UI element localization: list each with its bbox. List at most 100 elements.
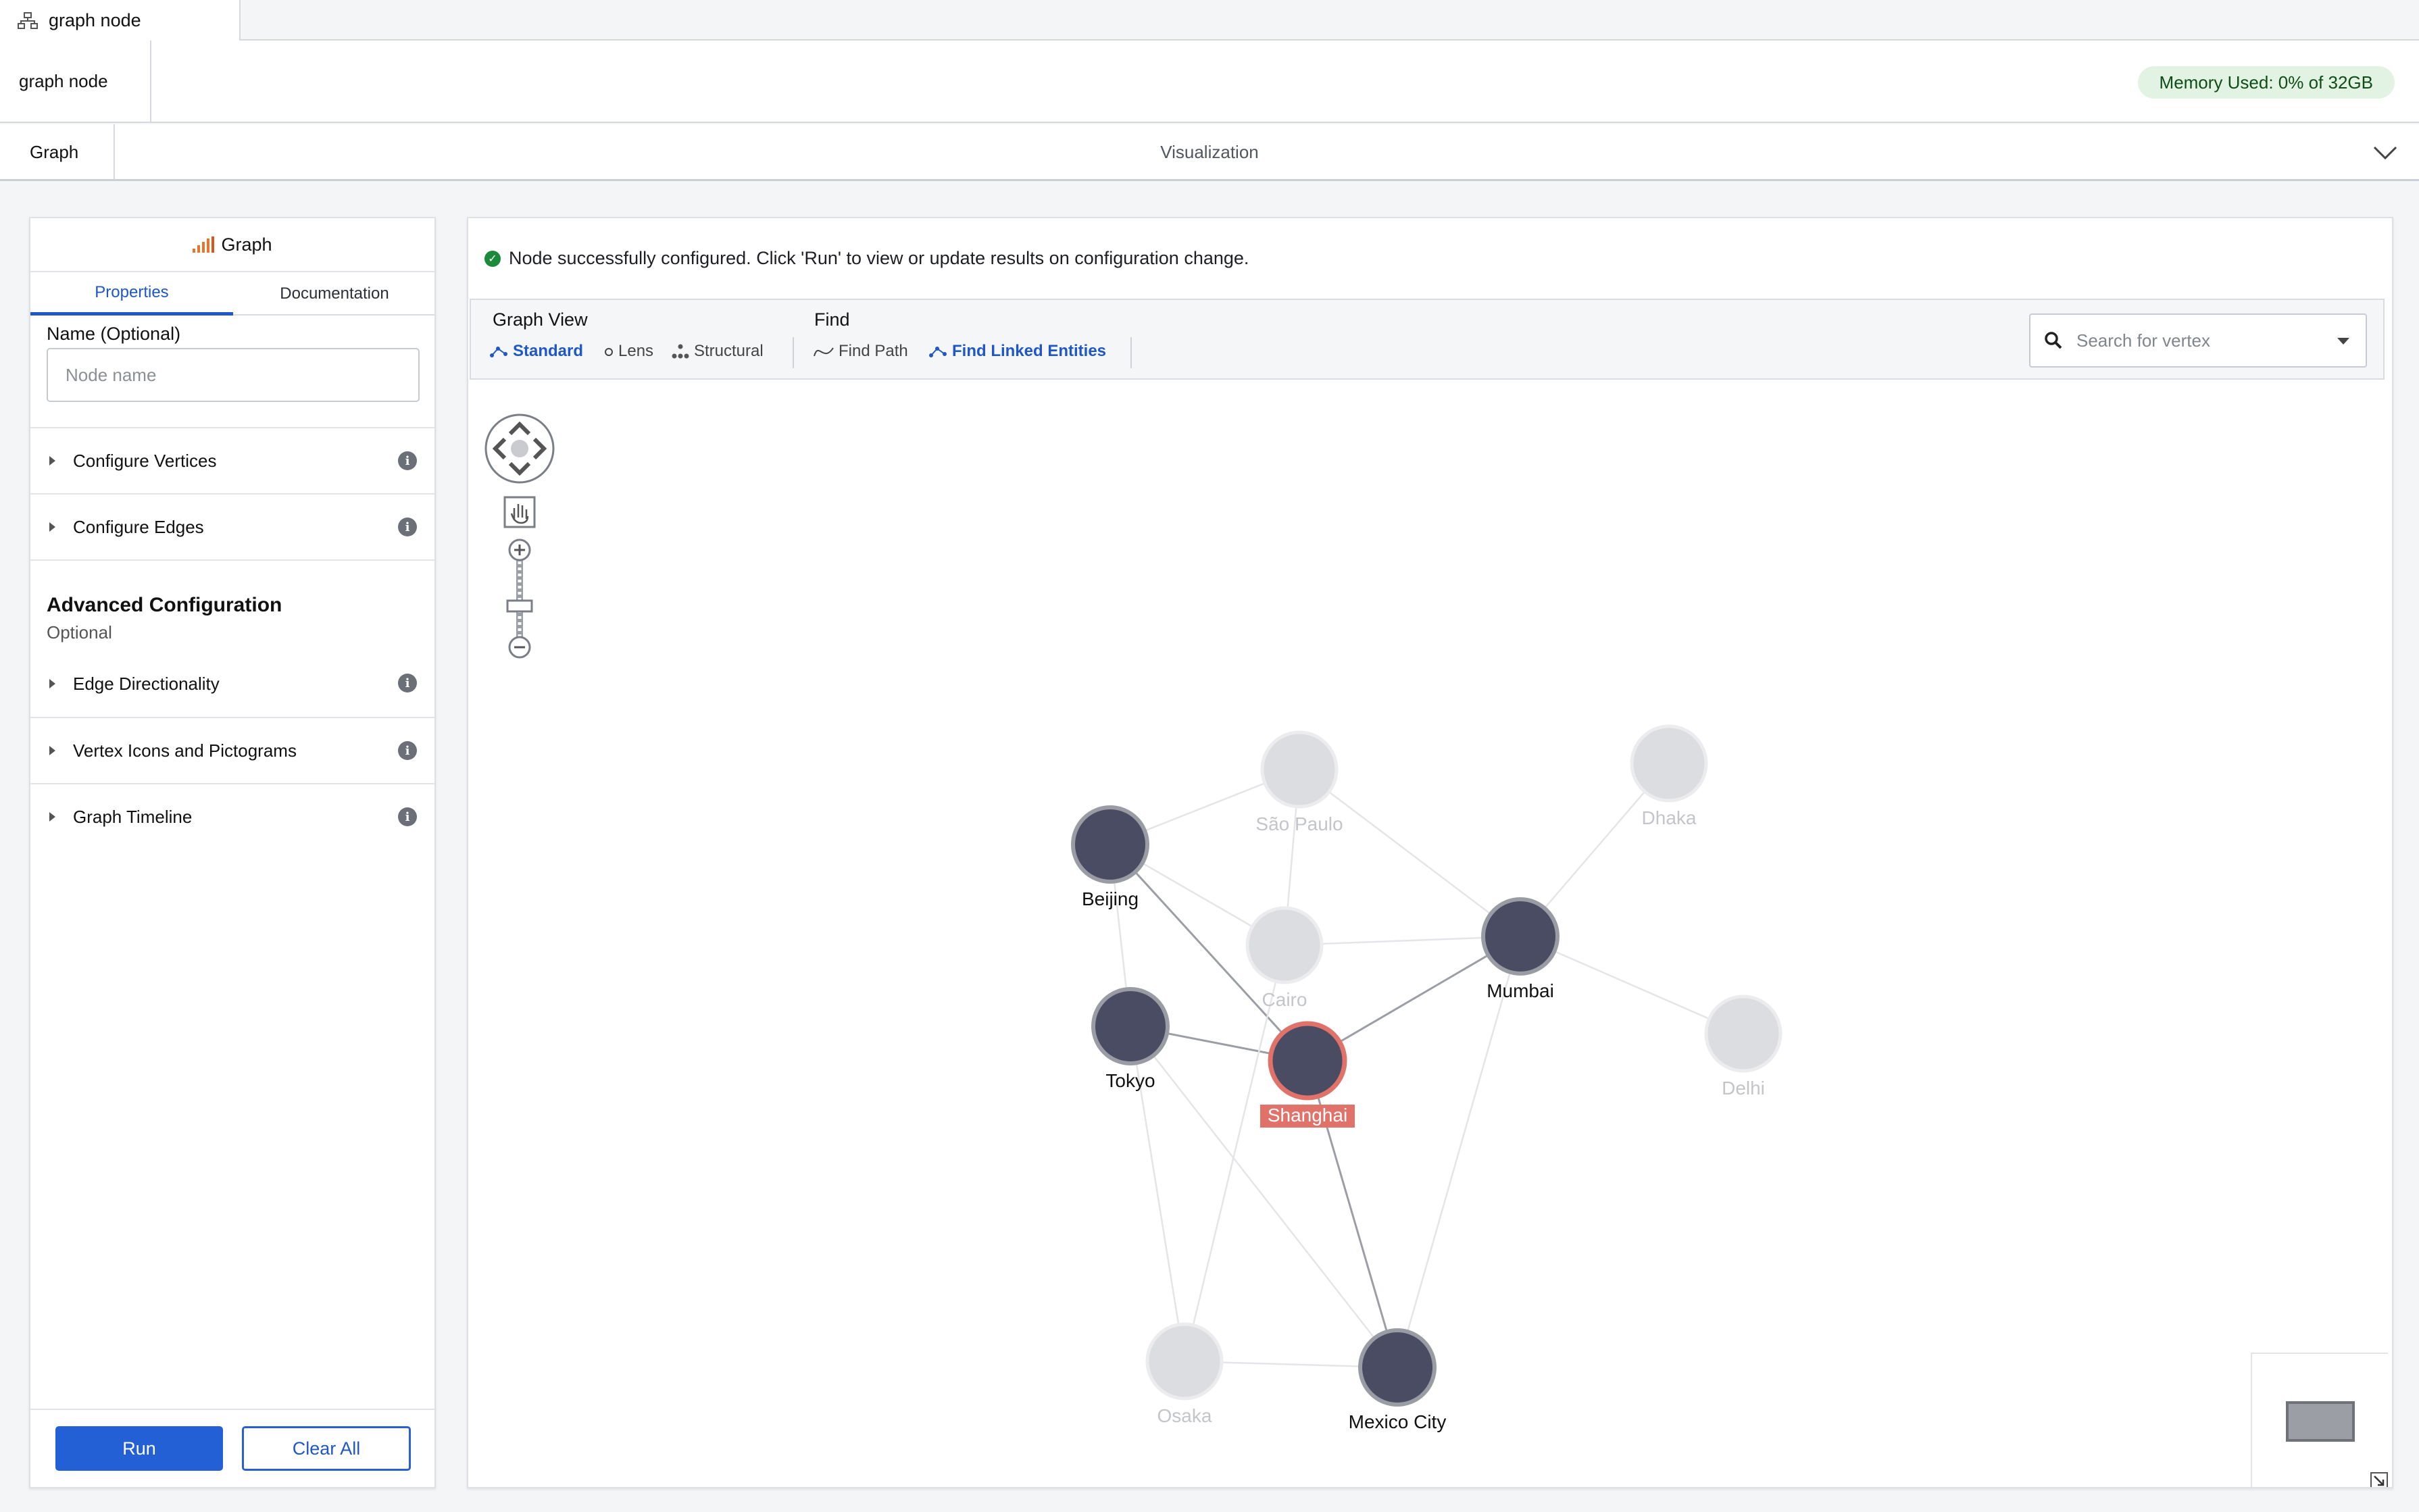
graph-node-circle[interactable] xyxy=(1704,994,1782,1073)
minimap[interactable] xyxy=(2251,1353,2388,1487)
caret-right-icon xyxy=(49,746,55,755)
run-button[interactable]: Run xyxy=(55,1426,223,1471)
advanced-config-title: Advanced Configuration xyxy=(47,594,282,616)
tab-strip xyxy=(0,0,2419,41)
info-icon[interactable]: i xyxy=(398,451,417,470)
graph-node-delhi[interactable]: Delhi xyxy=(1704,994,1782,1099)
graph-node-label: Delhi xyxy=(1722,1078,1765,1099)
toolbar-separator xyxy=(1130,337,1132,368)
view-lens[interactable]: Lens xyxy=(603,342,653,361)
clear-all-button[interactable]: Clear All xyxy=(242,1426,411,1471)
pan-control[interactable] xyxy=(484,413,555,484)
node-name-input[interactable] xyxy=(47,348,420,402)
tab-documentation[interactable]: Documentation xyxy=(233,272,436,316)
accordion-edge-directionality[interactable]: Edge Directionality i xyxy=(30,651,434,717)
info-icon[interactable]: i xyxy=(398,741,417,760)
graph-node-circle[interactable] xyxy=(1358,1328,1437,1407)
name-field-label: Name (Optional) xyxy=(47,324,181,344)
accordion-configure-vertices[interactable]: Configure Vertices i xyxy=(30,427,434,493)
graph-node-tokyo[interactable]: Tokyo xyxy=(1091,987,1170,1091)
graph-node-dhaka[interactable]: Dhaka xyxy=(1630,724,1708,828)
resize-handle-icon[interactable] xyxy=(2370,1472,2388,1487)
zoom-slider[interactable] xyxy=(506,538,533,659)
minimap-viewport[interactable] xyxy=(2286,1401,2355,1442)
view-structural-label: Structural xyxy=(694,342,764,360)
status-message: ✓ Node successfully configured. Click 'R… xyxy=(484,248,1249,269)
accordion-label: Edge Directionality xyxy=(73,673,220,694)
accordion-label: Vertex Icons and Pictograms xyxy=(73,740,297,761)
hand-tool-icon[interactable] xyxy=(503,496,536,528)
dropdown-arrow-icon[interactable] xyxy=(2337,338,2349,345)
graph-node-label: Osaka xyxy=(1157,1405,1212,1426)
view-structural[interactable]: Structural xyxy=(671,342,764,361)
graph-node-beijing[interactable]: Beijing xyxy=(1071,805,1149,909)
accordion-vertex-icons[interactable]: Vertex Icons and Pictograms i xyxy=(30,717,434,783)
find-title: Find xyxy=(814,309,850,330)
graph-node-circle[interactable] xyxy=(1245,906,1324,984)
panel-tabs: Properties Documentation xyxy=(30,271,434,316)
graph-node-mumbai[interactable]: Mumbai xyxy=(1481,897,1560,1001)
graph-node-label: Tokyo xyxy=(1105,1070,1155,1091)
search-icon xyxy=(2045,332,2062,349)
info-icon[interactable]: i xyxy=(398,518,417,536)
status-message-text: Node successfully configured. Click 'Run… xyxy=(509,248,1249,268)
graph-node-circle[interactable] xyxy=(1091,987,1170,1065)
chevron-down-icon[interactable] xyxy=(2372,139,2399,166)
graph-edge[interactable] xyxy=(1299,769,1521,937)
info-icon[interactable]: i xyxy=(398,807,417,826)
node-name[interactable]: graph node xyxy=(0,41,151,122)
visualization-panel: ✓ Node successfully configured. Click 'R… xyxy=(467,217,2393,1488)
info-icon[interactable]: i xyxy=(398,674,417,692)
graph-node-mexicocity[interactable]: Mexico City xyxy=(1349,1328,1447,1432)
caret-right-icon xyxy=(49,522,55,532)
graph-toolbar: Graph View Standard Lens Structural Find… xyxy=(470,299,2385,380)
graph-node-circle[interactable] xyxy=(1481,897,1560,976)
visualization-label: Visualization xyxy=(1160,141,1259,162)
graph-node-circle[interactable] xyxy=(1071,805,1149,884)
graph-node-circle[interactable] xyxy=(1260,730,1339,809)
graph-canvas[interactable]: Beijing São Paulo Dhaka Cairo Mumbai Delhi Tok… xyxy=(468,381,2393,1488)
accordion-label: Graph Timeline xyxy=(73,806,193,827)
network-icon xyxy=(929,347,947,357)
accordion-configure-edges[interactable]: Configure Edges i xyxy=(30,493,434,559)
caret-right-icon xyxy=(49,456,55,465)
graph-node-label: Mumbai xyxy=(1487,980,1554,1001)
view-standard[interactable]: Standard xyxy=(489,342,583,361)
vertex-search[interactable]: Search for vertex xyxy=(2029,313,2367,368)
advanced-config-subtitle: Optional xyxy=(47,622,112,642)
zoom-handle[interactable] xyxy=(506,599,533,613)
graph-section-tab[interactable]: Graph xyxy=(0,124,115,180)
graph-view-title: Graph View xyxy=(493,309,588,330)
tab-title: graph node xyxy=(49,10,141,30)
accordion-label: Configure Vertices xyxy=(73,450,217,471)
panel-title: Graph xyxy=(30,218,434,271)
search-placeholder: Search for vertex xyxy=(2076,330,2210,351)
find-linked-entities[interactable]: Find Linked Entities xyxy=(928,342,1106,361)
graph-node-osaka[interactable]: Osaka xyxy=(1145,1322,1224,1426)
find-linked-entities-label: Find Linked Entities xyxy=(952,342,1107,360)
graph-node-shanghai[interactable]: Shanghai xyxy=(1260,1021,1355,1128)
caret-right-icon xyxy=(49,679,55,688)
accordion-graph-timeline[interactable]: Graph Timeline i xyxy=(30,783,434,849)
graph-svg[interactable]: Beijing São Paulo Dhaka Cairo Mumbai Delhi Tok… xyxy=(468,381,2393,1488)
divider xyxy=(30,559,434,561)
memory-badge: Memory Used: 0% of 32GB xyxy=(2137,66,2395,99)
find-path[interactable]: Find Path xyxy=(813,342,908,361)
graph-node-cairo[interactable]: Cairo xyxy=(1245,906,1324,1010)
graph-node-circle[interactable] xyxy=(1630,724,1708,803)
view-lens-label: Lens xyxy=(618,342,654,360)
toolbar-separator xyxy=(793,337,794,368)
path-icon xyxy=(814,347,834,357)
caret-right-icon xyxy=(49,812,55,822)
graph-node-circle[interactable] xyxy=(1268,1021,1347,1101)
tab-graph-node[interactable]: graph node xyxy=(0,0,241,41)
check-circle-icon: ✓ xyxy=(484,250,501,267)
panel-title-text: Graph xyxy=(221,234,272,255)
graph-node-saopaulo[interactable]: São Paulo xyxy=(1255,730,1343,834)
graph-node-label: Shanghai xyxy=(1268,1105,1347,1126)
graph-edge[interactable] xyxy=(1130,1026,1398,1368)
graph-node-label: Mexico City xyxy=(1349,1411,1447,1432)
panel-footer: Run Clear All xyxy=(30,1409,434,1487)
graph-node-circle[interactable] xyxy=(1145,1322,1224,1401)
tab-properties[interactable]: Properties xyxy=(30,272,233,316)
